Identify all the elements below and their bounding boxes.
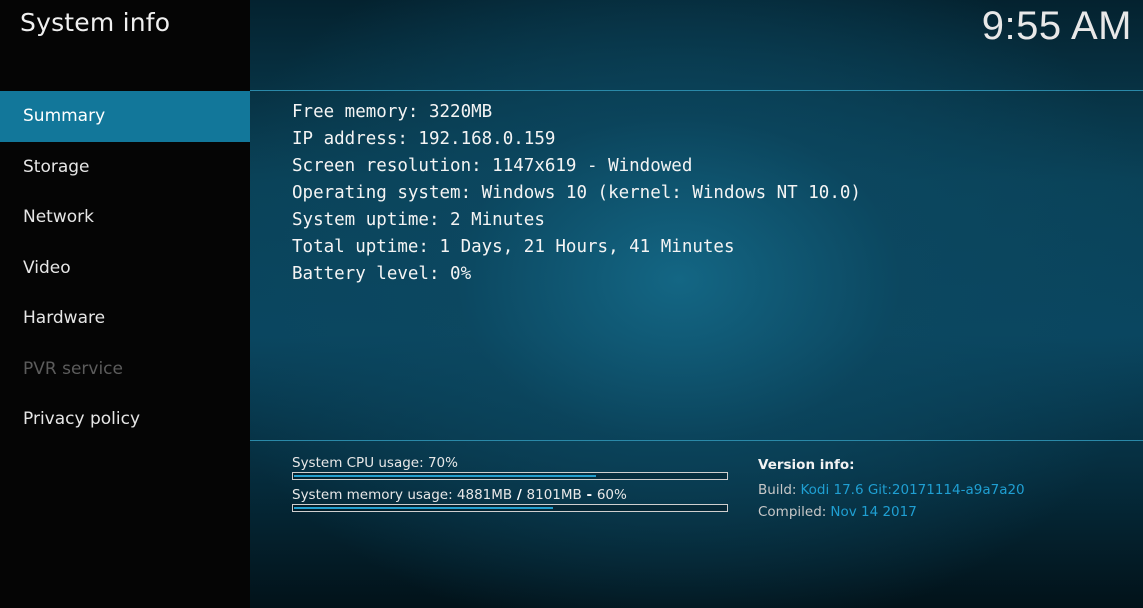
memory-usage-percent: 60%: [596, 487, 627, 503]
info-free-memory: Free memory: 3220MB: [292, 102, 493, 122]
info-battery-level: Battery level: 0%: [292, 264, 472, 284]
cpu-usage-bar: [292, 472, 728, 480]
sidebar-item-pvr-service: PVR service: [23, 358, 123, 379]
usage-section: System CPU usage: 70% System memory usag…: [292, 455, 728, 519]
cpu-usage-bar-fill: [294, 475, 596, 477]
info-operating-system: Operating system: Windows 10 (kernel: Wi…: [292, 183, 861, 203]
memory-usage-slash: /: [512, 487, 527, 503]
memory-usage-total: 8101MB: [526, 487, 582, 503]
sidebar-item-storage[interactable]: Storage: [0, 142, 250, 193]
memory-usage-label: System memory usage: 4881MB / 8101MB - 6…: [292, 487, 728, 504]
sidebar-item-hardware[interactable]: Hardware: [0, 293, 250, 344]
memory-usage-bar-fill: [294, 507, 553, 509]
sidebar-item-privacy-policy[interactable]: Privacy policy: [0, 394, 250, 445]
memory-usage-used: System memory usage: 4881MB: [292, 487, 513, 503]
top-divider: [250, 90, 1143, 91]
info-total-uptime: Total uptime: 1 Days, 21 Hours, 41 Minut…: [292, 237, 735, 257]
sidebar-item-video[interactable]: Video: [0, 243, 250, 294]
version-info: Version info: Build: Kodi 17.6 Git:201711…: [758, 456, 1025, 522]
summary-info-list: Free memory: 3220MB IP address: 192.168.…: [292, 100, 861, 289]
clock: 9:55 AM: [981, 4, 1132, 48]
version-compiled-row: Compiled: Nov 14 2017: [758, 500, 1025, 522]
sidebar-item-summary[interactable]: Summary: [0, 91, 250, 142]
version-compiled-value: Nov 14 2017: [830, 504, 917, 520]
version-build-row: Build: Kodi 17.6 Git:20171114-a9a7a20: [758, 478, 1025, 500]
version-build-value: Kodi 17.6 Git:20171114-a9a7a20: [800, 482, 1025, 498]
memory-usage-dash: -: [581, 487, 597, 503]
page-title: System info: [20, 8, 171, 37]
kodi-system-info-screen: System info Summary Storage Network Vide…: [0, 0, 1143, 608]
version-heading: Version info:: [758, 457, 855, 473]
version-compiled-key: Compiled:: [758, 504, 827, 520]
cpu-usage-label: System CPU usage: 70%: [292, 455, 458, 471]
sidebar: System info Summary Storage Network Vide…: [0, 0, 250, 608]
bottom-divider: [250, 440, 1143, 441]
main-panel: 9:55 AM Free memory: 3220MB IP address: …: [250, 0, 1143, 608]
sidebar-item-network[interactable]: Network: [0, 192, 250, 243]
version-build-key: Build:: [758, 482, 797, 498]
info-system-uptime: System uptime: 2 Minutes: [292, 210, 545, 230]
memory-usage-bar: [292, 504, 728, 512]
sidebar-menu: Summary Storage Network Video Hardware P…: [0, 91, 250, 445]
info-screen-resolution: Screen resolution: 1147x619 - Windowed: [292, 156, 693, 176]
info-ip-address: IP address: 192.168.0.159: [292, 129, 556, 149]
